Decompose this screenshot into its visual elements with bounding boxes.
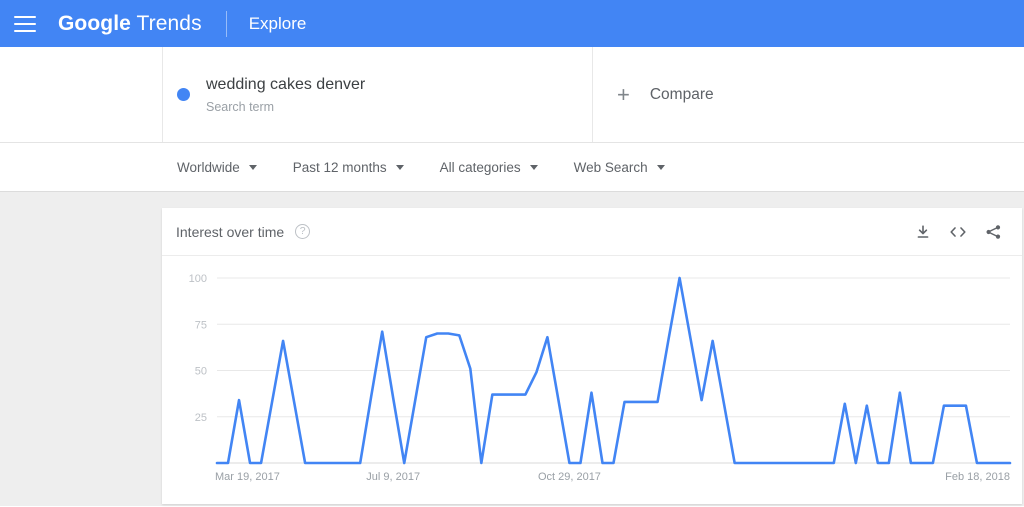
filter-category-label: All categories	[440, 160, 521, 175]
brand-logo[interactable]: Google Trends	[58, 12, 202, 36]
search-term-card[interactable]: wedding cakes denver Search term	[163, 47, 593, 142]
appbar-divider	[226, 11, 227, 37]
interest-over-time-chart[interactable]: 100 75 50 25 Mar 19, 2017 Jul 9, 2017 Oct 29, …	[162, 256, 1022, 501]
card-actions	[915, 224, 1002, 240]
y-axis-tick-label: 50	[195, 366, 207, 378]
y-axis-tick-label: 25	[195, 412, 207, 424]
search-term-text: wedding cakes denver Search term	[206, 75, 365, 115]
filter-location-dropdown[interactable]: Worldwide	[177, 160, 257, 175]
x-axis-tick-label: Mar 19, 2017	[215, 471, 280, 483]
filter-time-dropdown[interactable]: Past 12 months	[293, 160, 404, 175]
filter-search-type-label: Web Search	[574, 160, 648, 175]
search-term-type: Search term	[206, 99, 365, 115]
chevron-down-icon	[249, 165, 257, 170]
download-icon[interactable]	[915, 224, 931, 240]
search-term-row: wedding cakes denver Search term + Compa…	[0, 47, 1024, 143]
hamburger-bar	[14, 23, 36, 25]
embed-icon[interactable]	[949, 224, 967, 240]
page-body: Interest over time ?	[0, 192, 1024, 506]
x-axis-tick-label: Feb 18, 2018	[945, 471, 1010, 483]
help-icon[interactable]: ?	[295, 224, 310, 239]
filter-search-type-dropdown[interactable]: Web Search	[574, 160, 665, 175]
x-axis-tick-label: Jul 9, 2017	[366, 471, 420, 483]
filter-location-label: Worldwide	[177, 160, 240, 175]
filter-bar: Worldwide Past 12 months All categories …	[0, 143, 1024, 192]
series-color-dot-icon	[177, 88, 190, 101]
card-header: Interest over time ?	[162, 208, 1022, 256]
plus-icon: +	[617, 84, 630, 106]
brand-trends-text: Trends	[137, 12, 202, 35]
explore-link[interactable]: Explore	[249, 14, 307, 34]
card-title: Interest over time	[176, 224, 284, 240]
chevron-down-icon	[530, 165, 538, 170]
search-term-value: wedding cakes denver	[206, 75, 365, 95]
chevron-down-icon	[657, 165, 665, 170]
chart-svg: 100 75 50 25 Mar 19, 2017 Jul 9, 2017 Oct 29, …	[162, 256, 1022, 501]
x-axis-tick-label: Oct 29, 2017	[538, 471, 601, 483]
interest-over-time-card: Interest over time ?	[162, 208, 1022, 504]
compare-label: Compare	[650, 86, 714, 104]
filter-category-dropdown[interactable]: All categories	[440, 160, 538, 175]
brand-google-text: Google	[58, 12, 131, 35]
y-axis-tick-label: 100	[189, 273, 207, 285]
hamburger-bar	[14, 30, 36, 32]
compare-button[interactable]: + Compare	[593, 47, 1024, 142]
hamburger-bar	[14, 16, 36, 18]
term-row-left-spacer	[0, 47, 163, 142]
hamburger-menu-icon[interactable]	[14, 16, 36, 32]
filter-time-label: Past 12 months	[293, 160, 387, 175]
share-icon[interactable]	[985, 224, 1002, 240]
app-bar: Google Trends Explore	[0, 0, 1024, 47]
chevron-down-icon	[396, 165, 404, 170]
y-axis-tick-label: 75	[195, 319, 207, 331]
